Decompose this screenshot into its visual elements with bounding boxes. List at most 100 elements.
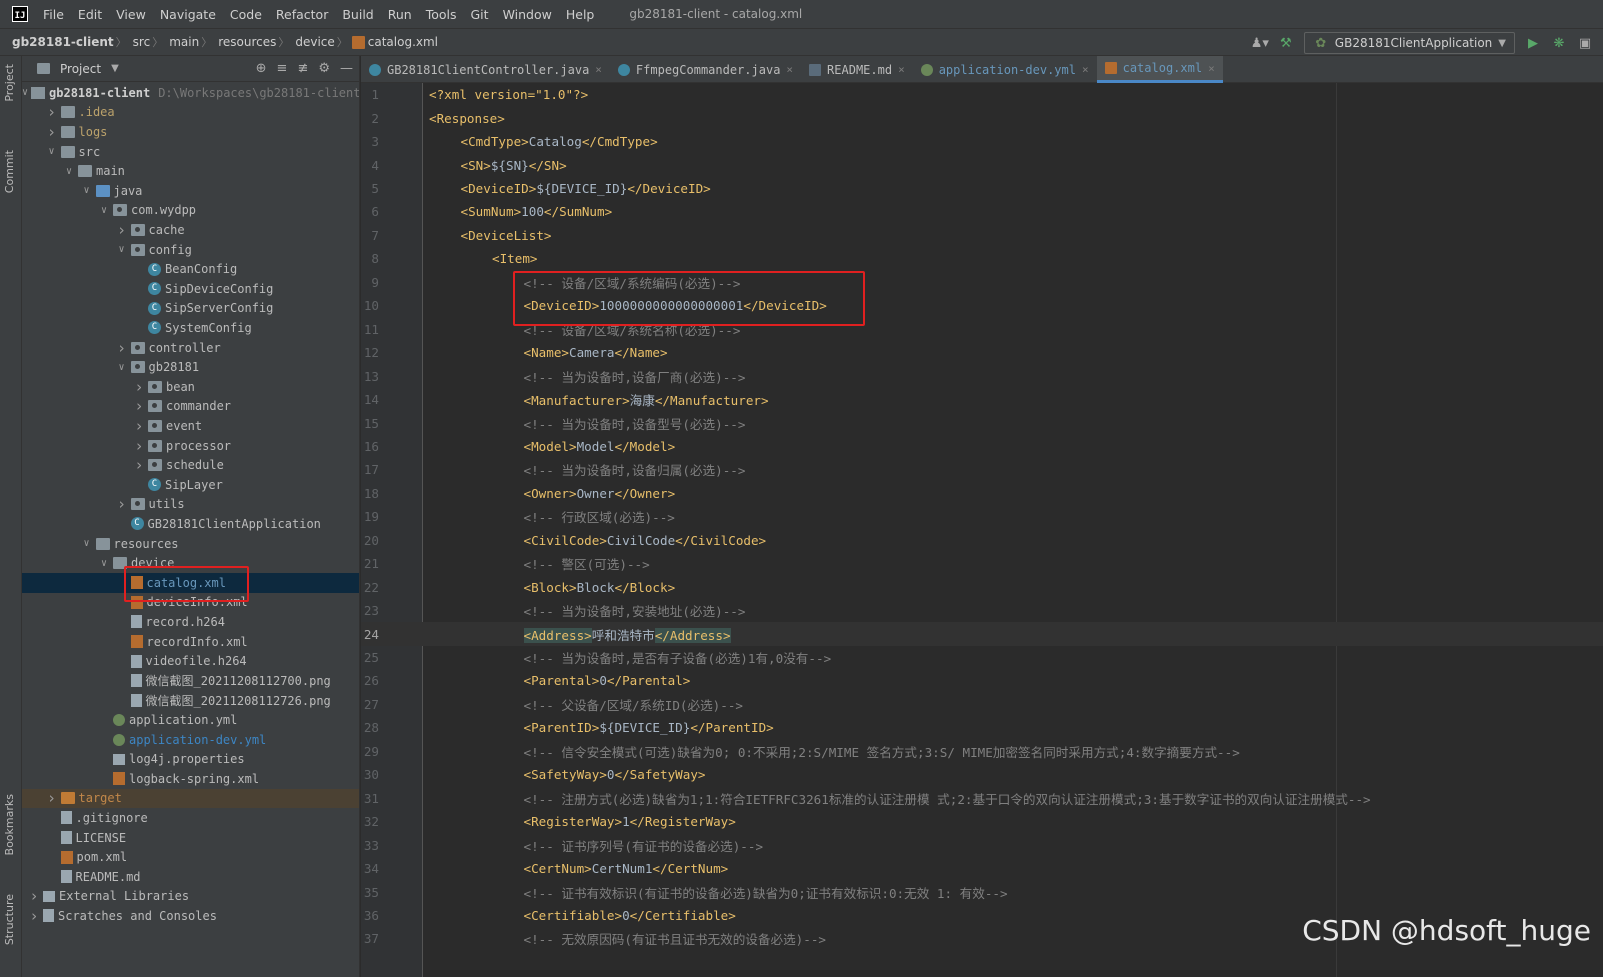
chevron-down-icon[interactable]: ∨ [63,166,75,177]
chevron-right-icon[interactable]: › [46,103,58,121]
tree-item[interactable]: ∨ com.wydpp [22,201,359,221]
tree-item[interactable]: › event [22,416,359,436]
tree-item[interactable]: videofile.h264 [22,651,359,671]
tree-item[interactable]: › Scratches and Consoles [22,906,359,926]
breadcrumb-item[interactable]: main [163,35,201,49]
chevron-right-icon[interactable]: › [133,437,145,455]
tree-item[interactable]: › commander [22,397,359,417]
menu-window[interactable]: Window [496,7,559,22]
menu-navigate[interactable]: Navigate [153,7,223,22]
run-configuration-select[interactable]: ✿ GB28181ClientApplication ▼ [1303,32,1515,54]
breadcrumb-item[interactable]: gb28181-client [6,35,116,49]
chevron-right-icon[interactable]: › [133,456,145,474]
tree-item[interactable]: ∨ gb28181 [22,357,359,377]
tree-item[interactable]: › .idea [22,103,359,123]
project-panel-title[interactable]: Project [60,62,101,76]
expand-all-icon[interactable]: ≡ [277,61,288,76]
tree-item[interactable]: ∨ resources [22,534,359,554]
chevron-down-icon[interactable]: ▼ [111,63,119,74]
project-tool-button[interactable]: Project [3,64,16,102]
tree-item[interactable]: .gitignore [22,808,359,828]
tree-item[interactable]: C SipServerConfig [22,299,359,319]
coverage-icon[interactable]: ▣ [1577,35,1593,51]
commit-tool-button[interactable]: Commit [3,150,16,193]
close-icon[interactable]: × [786,63,793,76]
tree-item[interactable]: › utils [22,495,359,515]
menu-file[interactable]: File [36,7,71,22]
editor-tab[interactable]: catalog.xml × [1096,56,1223,83]
debug-icon[interactable]: ❋ [1551,35,1567,51]
menu-refactor[interactable]: Refactor [269,7,335,22]
menu-run[interactable]: Run [381,7,419,22]
locate-icon[interactable]: ⊕ [256,61,267,76]
gear-icon[interactable]: ⚙ [318,61,330,76]
breadcrumb-item[interactable]: src [127,35,153,49]
editor-tab[interactable]: README.md × [801,56,913,83]
breadcrumb-item[interactable]: device [289,35,336,49]
tree-item[interactable]: ∨ java [22,181,359,201]
chevron-down-icon[interactable]: ∨ [22,87,28,98]
close-icon[interactable]: × [1082,63,1089,76]
tree-item[interactable]: 微信截图_20211208112700.png [22,671,359,691]
chevron-right-icon[interactable]: › [28,887,40,905]
tree-item[interactable]: pom.xml [22,847,359,867]
tree-item[interactable]: C SystemConfig [22,318,359,338]
tree-item[interactable]: README.md [22,867,359,887]
chevron-down-icon[interactable]: ∨ [116,244,128,255]
code-editor[interactable]: 1 <?xml version="1.0"?> 2 <Response> 3 <CmdTy… [361,83,1603,977]
tree-item[interactable]: ∨ config [22,240,359,260]
tree-item[interactable]: ∨ src [22,142,359,162]
tree-item[interactable]: › logs [22,122,359,142]
breadcrumb-current-file[interactable]: catalog.xml [368,35,440,49]
tree-item[interactable]: application.yml [22,710,359,730]
menu-git[interactable]: Git [464,7,496,22]
user-icon[interactable]: ♟▾ [1251,35,1269,51]
tree-item[interactable]: logback-spring.xml [22,769,359,789]
minimize-icon[interactable]: — [340,61,353,76]
tree-item[interactable]: ∨ main [22,161,359,181]
tree-item[interactable]: record.h264 [22,612,359,632]
menu-help[interactable]: Help [559,7,602,22]
tree-item[interactable]: C BeanConfig [22,259,359,279]
chevron-right-icon[interactable]: › [116,221,128,239]
tree-item[interactable]: › External Libraries [22,887,359,907]
chevron-down-icon[interactable]: ∨ [116,362,128,373]
chevron-down-icon[interactable]: ∨ [81,185,93,196]
collapse-all-icon[interactable]: ≢ [297,61,308,76]
tree-item[interactable]: recordInfo.xml [22,632,359,652]
menu-code[interactable]: Code [223,7,269,22]
chevron-down-icon[interactable]: ∨ [81,538,93,549]
tree-item[interactable]: › controller [22,338,359,358]
close-icon[interactable]: × [898,63,905,76]
tree-item[interactable]: log4j.properties [22,749,359,769]
chevron-right-icon[interactable]: › [28,907,40,925]
tree-item[interactable]: C SipLayer [22,475,359,495]
tree-item[interactable]: › schedule [22,455,359,475]
chevron-right-icon[interactable]: › [46,789,58,807]
chevron-right-icon[interactable]: › [133,417,145,435]
menu-view[interactable]: View [109,7,153,22]
structure-tool-button[interactable]: Structure [3,894,16,945]
chevron-right-icon[interactable]: › [133,378,145,396]
run-icon[interactable]: ▶ [1525,35,1541,51]
tree-item[interactable]: › target [22,788,359,809]
menu-tools[interactable]: Tools [419,7,464,22]
editor-tab[interactable]: GB28181ClientController.java × [361,56,610,83]
chevron-down-icon[interactable]: ∨ [98,558,110,569]
tree-item[interactable]: LICENSE [22,828,359,848]
chevron-right-icon[interactable]: › [116,339,128,357]
menu-build[interactable]: Build [335,7,380,22]
chevron-down-icon[interactable]: ∨ [98,205,110,216]
chevron-right-icon[interactable]: › [46,123,58,141]
chevron-right-icon[interactable]: › [116,495,128,513]
menu-edit[interactable]: Edit [71,7,109,22]
close-icon[interactable]: × [595,63,602,76]
tree-item[interactable]: C GB28181ClientApplication [22,514,359,534]
chevron-down-icon[interactable]: ∨ [46,146,58,157]
editor-tab[interactable]: FfmpegCommander.java × [610,56,801,83]
tree-item[interactable]: ∨ gb28181-client D:\Workspaces\gb28181-cli… [22,83,359,103]
close-icon[interactable]: × [1208,62,1215,75]
tree-item[interactable]: 微信截图_20211208112726.png [22,691,359,711]
build-hammer-icon[interactable]: ⚒ [1278,35,1294,51]
tree-item[interactable]: › cache [22,220,359,240]
